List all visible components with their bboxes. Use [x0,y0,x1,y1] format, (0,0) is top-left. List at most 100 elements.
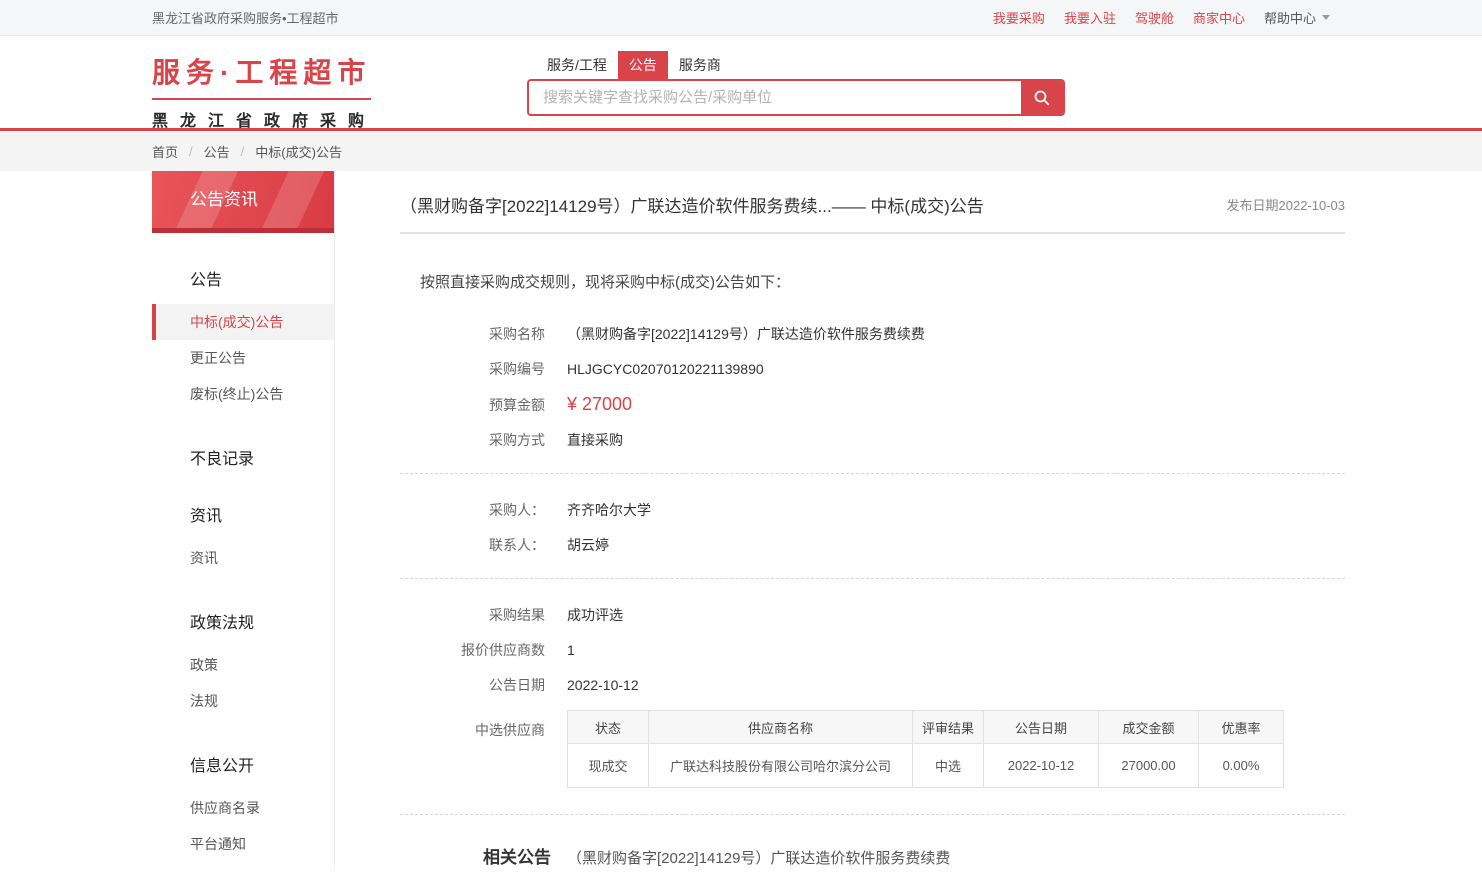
breadcrumb-item[interactable]: 首页 [152,142,178,161]
fields-result: 采购结果 成功评选报价供应商数 1 公告日期 2022-10-12 [400,605,1345,695]
sidebar-item[interactable]: 法规 [152,683,334,719]
help-center-menu[interactable]: 帮助中心 [1264,8,1330,27]
field-row: 预算金额 ¥ 27000 [400,394,1345,415]
supplier-table-section: 中选供应商 状态供应商名称评审结果公告日期成交金额优惠率 现成交广联达科技股份有… [400,710,1345,788]
topbar-link[interactable]: 我要采购 [993,8,1045,27]
breadcrumb-item[interactable]: 公告 [204,142,230,161]
breadcrumb-separator: / [189,144,193,159]
field-value: 直接采购 [567,430,623,450]
topbar-link[interactable]: 我要入驻 [1064,8,1116,27]
sidebar-section-title[interactable]: 不良记录 [152,445,334,469]
table-header-cell: 公告日期 [984,711,1099,744]
topbar-link[interactable]: 驾驶舱 [1135,8,1174,27]
topbar-links: 我要采购我要入驻驾驶舱商家中心 帮助中心 [993,8,1330,27]
field-label: 采购名称 [400,324,545,344]
field-value: ¥ 27000 [567,394,632,415]
search-tab-服务商[interactable]: 服务商 [668,51,732,79]
related-announcements: 相关公告 （黑财购备字[2022]14129号）广联达造价软件服务费续费 [400,843,1345,868]
field-row: 采购人：齐齐哈尔大学 [400,500,1345,520]
sidebar-section-title[interactable]: 公告 [152,266,334,290]
field-row: 报价供应商数 1 [400,640,1345,660]
field-label: 公告日期 [400,675,545,695]
section-divider [400,814,1345,815]
logo: 服务·工程超市 黑龙江省政府采购 [152,36,527,128]
search-tab-服务/工程[interactable]: 服务/工程 [536,51,618,79]
topbar-link[interactable]: 商家中心 [1193,8,1245,27]
field-label: 预算金额 [400,395,545,415]
search-icon [1032,88,1052,108]
table-header-cell: 评审结果 [913,711,984,744]
search-box [527,79,1065,116]
field-value: （黑财购备字[2022]14129号）广联达造价软件服务费续费 [567,324,925,344]
field-value: 胡云婷 [567,535,609,555]
field-value: 成功评选 [567,605,623,625]
sidebar-item[interactable]: 更正公告 [152,340,334,376]
field-label: 采购结果 [400,605,545,625]
sidebar-item[interactable]: 平台通知 [152,826,334,862]
field-row: 公告日期 2022-10-12 [400,675,1345,695]
sidebar-section-title[interactable]: 信息公开 [152,752,334,776]
table-cell: 0.00% [1199,744,1284,788]
title-divider [400,232,1345,234]
sidebar-item[interactable]: 资讯 [152,540,334,576]
site-title: 黑龙江省政府采购服务•工程超市 [152,8,339,27]
section-divider [400,578,1345,579]
page-title: （黑财购备字[2022]14129号）广联达造价软件服务费续...—— 中标(成… [400,192,984,217]
field-value: 2022-10-12 [567,677,639,693]
field-row: 联系人： 胡云婷 [400,535,1345,555]
search-input[interactable] [529,81,1021,114]
field-label: 联系人： [400,535,545,555]
field-value: 1 [567,642,575,658]
field-value: 齐齐哈尔大学 [567,500,651,520]
field-row: 采购结果 成功评选 [400,605,1345,625]
breadcrumb-separator: / [241,144,245,159]
section-divider [400,473,1345,474]
sidebar-section-title[interactable]: 资讯 [152,502,334,526]
search-tabs: 服务/工程公告服务商 [536,54,1065,79]
field-value: HLJGCYC02070120221139890 [567,361,764,377]
sidebar-item[interactable]: 废标(终止)公告 [152,376,334,412]
table-cell: 2022-10-12 [984,744,1099,788]
sidebar-item[interactable]: 中标(成交)公告 [152,304,334,340]
help-center-label: 帮助中心 [1264,8,1316,27]
sidebar: 公告资讯 公告中标(成交)公告更正公告废标(终止)公告不良记录资讯资讯政策法规政… [152,171,335,868]
breadcrumb: 首页 / 公告 / 中标(成交)公告 [152,142,342,161]
field-row: 采购方式 直接采购 [400,430,1345,450]
field-label: 报价供应商数 [400,640,545,660]
field-row: 采购名称 （黑财购备字[2022]14129号）广联达造价软件服务费续费 [400,324,1345,344]
table-row: 现成交广联达科技股份有限公司哈尔滨分公司中选2022-10-1227000.00… [568,744,1284,788]
fields-contact: 采购人：齐齐哈尔大学联系人： 胡云婷 [400,500,1345,555]
field-label: 采购方式 [400,430,545,450]
supplier-table: 状态供应商名称评审结果公告日期成交金额优惠率 现成交广联达科技股份有限公司哈尔滨… [567,710,1284,788]
sidebar-item[interactable]: 供应商名录 [152,790,334,826]
table-header-cell: 状态 [568,711,649,744]
supplier-table-label: 中选供应商 [400,710,545,788]
table-cell: 现成交 [568,744,649,788]
field-row: 采购编号 HLJGCYC02070120221139890 [400,359,1345,379]
table-cell: 中选 [913,744,984,788]
search-area: 服务/工程公告服务商 [527,36,1065,128]
related-announcement-link[interactable]: （黑财购备字[2022]14129号）广联达造价软件服务费续费 [567,847,950,868]
supplier-table-header-row: 状态供应商名称评审结果公告日期成交金额优惠率 [568,711,1284,744]
fields-basic: 采购名称 （黑财购备字[2022]14129号）广联达造价软件服务费续费采购编号 H… [400,324,1345,450]
announcement-article: （黑财购备字[2022]14129号）广联达造价软件服务费续...—— 中标(成… [400,171,1345,868]
sidebar-header: 公告资讯 [152,171,334,233]
search-button[interactable] [1021,81,1063,114]
intro-text: 按照直接采购成交规则，现将采购中标(成交)公告如下： [420,271,1345,292]
field-label: 采购编号 [400,359,545,379]
sidebar-menu: 公告中标(成交)公告更正公告废标(终止)公告不良记录资讯资讯政策法规政策法规信息… [152,266,334,862]
publish-date: 发布日期2022-10-03 [1227,195,1346,214]
chevron-down-icon [1322,15,1330,20]
table-cell: 27000.00 [1099,744,1199,788]
table-header-cell: 优惠率 [1199,711,1284,744]
breadcrumb-item: 中标(成交)公告 [255,142,342,161]
topbar: 黑龙江省政府采购服务•工程超市 我要采购我要入驻驾驶舱商家中心 帮助中心 [0,0,1482,36]
sidebar-section-title[interactable]: 政策法规 [152,609,334,633]
related-title: 相关公告 [483,843,551,868]
table-header-cell: 成交金额 [1099,711,1199,744]
breadcrumb-bar: 首页 / 公告 / 中标(成交)公告 [0,131,1482,171]
table-header-cell: 供应商名称 [649,711,913,744]
sidebar-item[interactable]: 政策 [152,647,334,683]
site-header: 服务·工程超市 黑龙江省政府采购 服务/工程公告服务商 [0,36,1482,131]
search-tab-公告[interactable]: 公告 [618,51,668,79]
